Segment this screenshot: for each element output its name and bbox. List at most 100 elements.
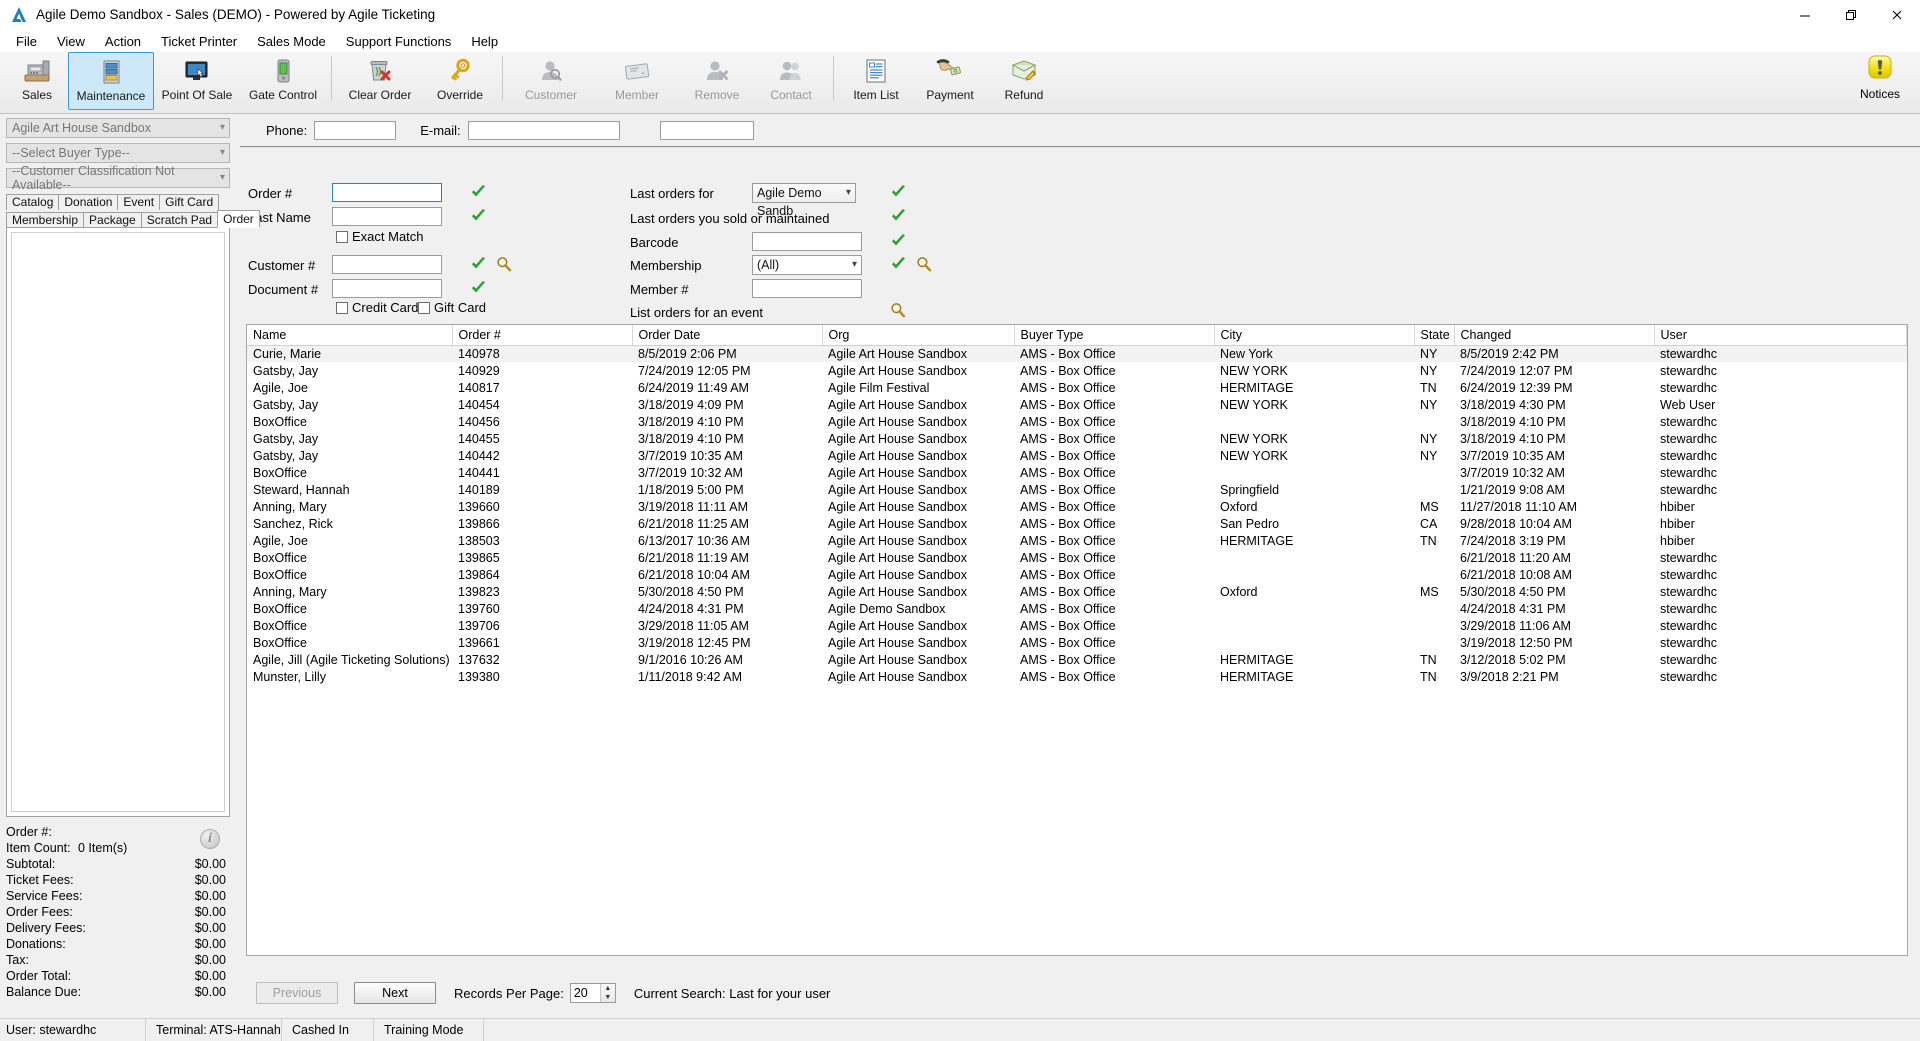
next-button[interactable]: Next — [354, 982, 436, 1004]
tab-scratch-pad[interactable]: Scratch Pad — [141, 212, 218, 228]
column-header-user[interactable]: User — [1654, 325, 1907, 345]
toolbar-button-refund[interactable]: Refund — [987, 52, 1061, 110]
table-row[interactable]: Gatsby, Jay1409297/24/2019 12:05 PMAgile… — [247, 362, 1907, 379]
column-header-buyer-type[interactable]: Buyer Type — [1014, 325, 1214, 345]
member-number-input[interactable] — [752, 279, 862, 298]
table-row[interactable]: Agile, Joe1408176/24/2019 11:49 AMAgile … — [247, 379, 1907, 396]
table-row[interactable]: Munster, Lilly1393801/11/2018 9:42 AMAgi… — [247, 668, 1907, 685]
document-search-check-icon[interactable] — [470, 280, 487, 296]
table-cell-buyer-type: AMS - Box Office — [1014, 379, 1214, 396]
tab-gift-card[interactable]: Gift Card — [159, 194, 219, 210]
menu-item-ticket-printer[interactable]: Ticket Printer — [151, 32, 247, 51]
toolbar-button-notices[interactable]: Notices — [1848, 54, 1912, 110]
table-row[interactable]: Sanchez, Rick1398666/21/2018 11:25 AMAgi… — [247, 515, 1907, 532]
records-per-page-stepper[interactable]: 20 ▲ ▼ — [570, 983, 616, 1003]
table-row[interactable]: Anning, Mary1398235/30/2018 4:50 PMAgile… — [247, 583, 1907, 600]
column-header-changed[interactable]: Changed — [1454, 325, 1654, 345]
order-results-table[interactable]: Name Order # Order Date Org Buyer Type C… — [246, 324, 1908, 956]
table-row[interactable]: Gatsby, Jay1404423/7/2019 10:35 AMAgile … — [247, 447, 1907, 464]
email-input[interactable] — [468, 121, 620, 140]
toolbar-button-payment[interactable]: Payment — [913, 52, 987, 110]
table-row[interactable]: Agile, Jill (Agile Ticketing Solutions)1… — [247, 651, 1907, 668]
list-orders-event-search-icon[interactable] — [890, 302, 906, 318]
toolbar-button-sales[interactable]: Sales — [6, 52, 68, 110]
customer-search-check-icon[interactable] — [470, 256, 487, 272]
last-name-search-check-icon[interactable] — [470, 208, 487, 224]
table-row[interactable]: BoxOffice1404563/18/2019 4:10 PMAgile Ar… — [247, 413, 1907, 430]
document-number-input[interactable] — [332, 279, 442, 298]
stepper-down-icon[interactable]: ▼ — [601, 993, 615, 1002]
membership-select[interactable]: (All) ▾ — [752, 255, 862, 275]
table-row[interactable]: Gatsby, Jay1404553/18/2019 4:10 PMAgile … — [247, 430, 1907, 447]
barcode-search-check-icon[interactable] — [890, 233, 907, 249]
last-orders-sold-check-icon[interactable] — [890, 208, 907, 224]
column-header-city[interactable]: City — [1214, 325, 1414, 345]
menu-item-action[interactable]: Action — [95, 32, 151, 51]
toolbar-button-override[interactable]: Override — [423, 52, 497, 110]
column-header-order-num[interactable]: Order # — [452, 325, 632, 345]
toolbar-button-point-of-sale[interactable]: Point Of Sale — [154, 52, 240, 110]
info-icon[interactable]: i — [200, 829, 220, 849]
table-row[interactable]: BoxOffice1397604/24/2018 4:31 PMAgile De… — [247, 600, 1907, 617]
menu-item-sales-mode[interactable]: Sales Mode — [247, 32, 336, 51]
column-header-org[interactable]: Org — [822, 325, 1014, 345]
tab-package[interactable]: Package — [83, 212, 142, 228]
tab-membership[interactable]: Membership — [6, 212, 84, 228]
last-orders-for-check-icon[interactable] — [890, 184, 907, 200]
table-row[interactable]: Agile, Joe1385036/13/2017 10:36 AMAgile … — [247, 532, 1907, 549]
order-number-input[interactable] — [332, 183, 442, 202]
column-header-state[interactable]: State — [1414, 325, 1454, 345]
stepper-arrows[interactable]: ▲ ▼ — [600, 984, 615, 1002]
tab-catalog[interactable]: Catalog — [6, 194, 59, 210]
order-item-list[interactable] — [11, 232, 225, 812]
previous-button[interactable]: Previous — [256, 982, 338, 1004]
customer-number-input[interactable] — [332, 255, 442, 274]
toolbar-button-maintenance[interactable]: Maintenance — [68, 52, 154, 110]
extra-search-input[interactable] — [660, 121, 754, 140]
last-orders-for-select[interactable]: Agile Demo Sandb ▾ — [752, 183, 856, 203]
maximize-button[interactable] — [1828, 0, 1874, 30]
close-button[interactable] — [1874, 0, 1920, 30]
table-row[interactable]: BoxOffice1398656/21/2018 11:19 AMAgile A… — [247, 549, 1907, 566]
toolbar-button-item-list[interactable]: Item List — [839, 52, 913, 110]
toolbar-button-gate-control[interactable]: Gate Control — [240, 52, 326, 110]
table-row[interactable]: BoxOffice1397063/29/2018 11:05 AMAgile A… — [247, 617, 1907, 634]
menu-item-file[interactable]: File — [6, 32, 47, 51]
table-row[interactable]: Gatsby, Jay1404543/18/2019 4:09 PMAgile … — [247, 396, 1907, 413]
table-row[interactable]: BoxOffice1396613/19/2018 12:45 PMAgile A… — [247, 634, 1907, 651]
table-row[interactable]: Steward, Hannah1401891/18/2019 5:00 PMAg… — [247, 481, 1907, 498]
toolbar-button-customer[interactable]: Customer — [508, 52, 594, 110]
membership-card-icon — [620, 55, 654, 87]
membership-lookup-search-icon[interactable] — [916, 256, 932, 272]
organization-select[interactable]: Agile Art House Sandbox ▾ — [6, 118, 230, 138]
exact-match-checkbox[interactable]: Exact Match — [336, 229, 424, 244]
tab-order[interactable]: Order — [217, 210, 260, 228]
tab-donation[interactable]: Donation — [58, 194, 118, 210]
minimize-button[interactable] — [1782, 0, 1828, 30]
column-header-name[interactable]: Name — [247, 325, 452, 345]
toolbar-button-contact[interactable]: Contact — [754, 52, 828, 110]
membership-search-check-icon[interactable] — [890, 256, 907, 272]
last-name-input[interactable] — [332, 207, 442, 226]
table-row[interactable]: Curie, Marie1409788/5/2019 2:06 PMAgile … — [247, 345, 1907, 362]
table-row[interactable]: BoxOffice1404413/7/2019 10:32 AMAgile Ar… — [247, 464, 1907, 481]
menu-item-help[interactable]: Help — [461, 32, 508, 51]
table-row[interactable]: BoxOffice1398646/21/2018 10:04 AMAgile A… — [247, 566, 1907, 583]
tab-event[interactable]: Event — [117, 194, 160, 210]
gift-card-checkbox[interactable]: Gift Card — [418, 300, 486, 315]
menu-item-view[interactable]: View — [47, 32, 95, 51]
toolbar-button-member[interactable]: Member — [594, 52, 680, 110]
stepper-up-icon[interactable]: ▲ — [601, 984, 615, 993]
buyer-type-select[interactable]: --Select Buyer Type-- ▾ — [6, 143, 230, 163]
column-header-order-date[interactable]: Order Date — [632, 325, 822, 345]
barcode-input[interactable] — [752, 232, 862, 251]
phone-input[interactable] — [314, 121, 396, 140]
customer-classification-select[interactable]: --Customer Classification Not Available-… — [6, 168, 230, 188]
toolbar-button-clear-order[interactable]: Clear Order — [337, 52, 423, 110]
menu-item-support-functions[interactable]: Support Functions — [336, 32, 462, 51]
customer-lookup-search-icon[interactable] — [496, 256, 512, 272]
toolbar-button-remove[interactable]: Remove — [680, 52, 754, 110]
order-number-search-check-icon[interactable] — [470, 184, 487, 200]
credit-card-checkbox[interactable]: Credit Card — [336, 300, 418, 315]
table-row[interactable]: Anning, Mary1396603/19/2018 11:11 AMAgil… — [247, 498, 1907, 515]
